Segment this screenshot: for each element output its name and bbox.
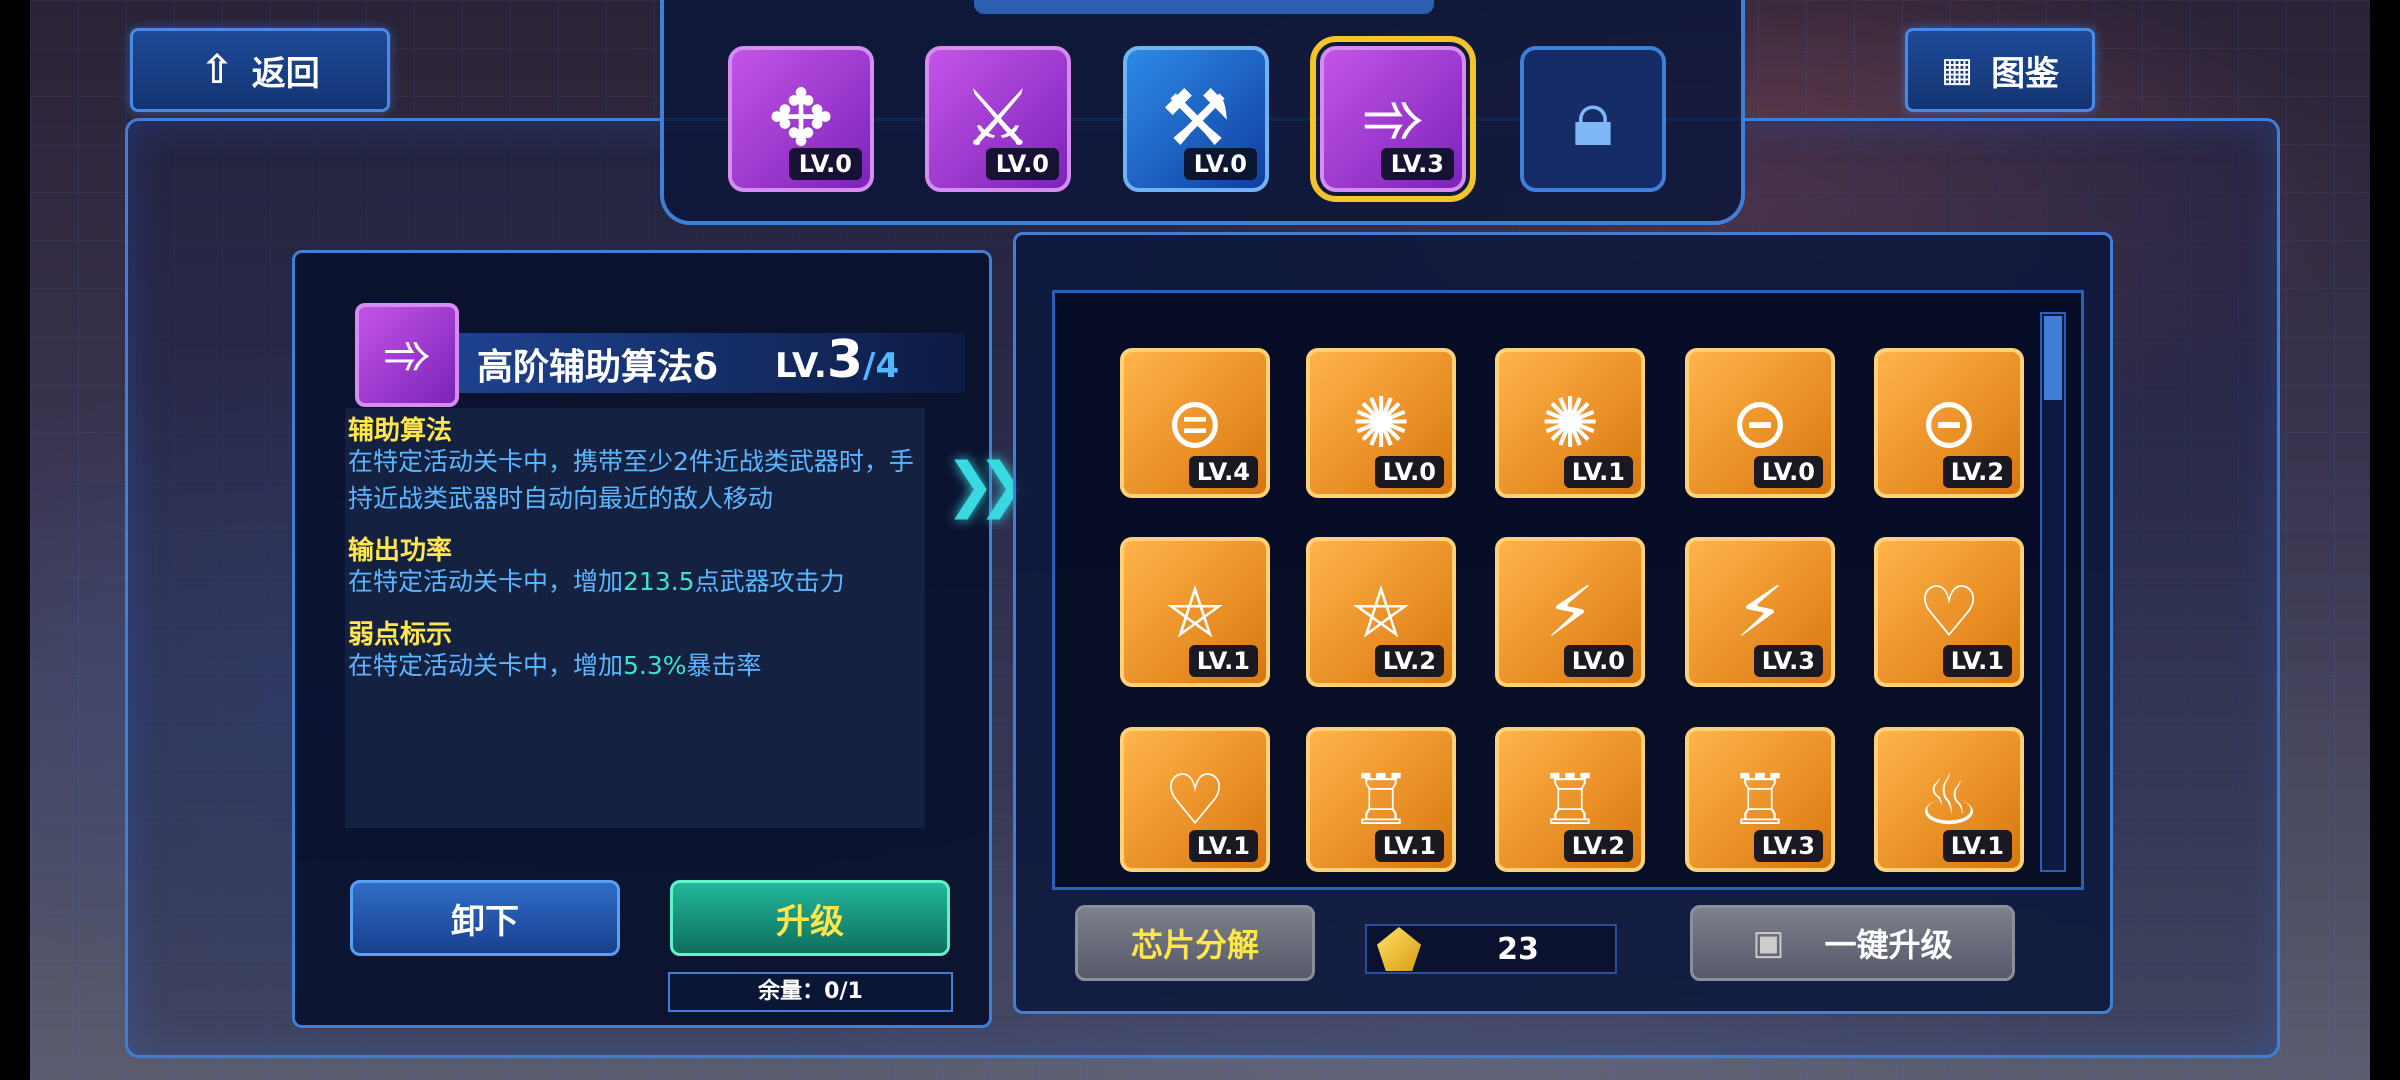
- yellow-gem-icon: [1377, 927, 1421, 971]
- lock-icon: 🔒︎: [1572, 73, 1614, 164]
- chip-name: 高阶辅助算法δ: [477, 347, 718, 388]
- chip-level: LV.0: [1563, 645, 1633, 677]
- section-title: 辅助算法: [348, 416, 453, 446]
- home-up-arrow-icon: ⇧: [200, 47, 234, 93]
- potion-icon: ♖: [1538, 758, 1602, 841]
- tab-weapon-2[interactable]: ⚔ LV.0: [925, 46, 1071, 192]
- text-pre: 在特定活动关卡中，增加: [348, 651, 624, 680]
- back-button[interactable]: ⇧ 返回: [130, 28, 390, 112]
- screen-edge-left: [0, 0, 30, 1080]
- potion-icon: ♖: [1728, 758, 1792, 841]
- tab-level: LV.0: [1183, 148, 1257, 180]
- pentagram-icon: ⛤: [1167, 570, 1223, 653]
- lightning-icon: ⚡︎: [1735, 571, 1785, 653]
- chip-level: LV.3: [1753, 830, 1823, 862]
- lightning-icon: ⚡︎: [1545, 571, 1595, 653]
- heart-potion-icon: ♡: [1917, 571, 1981, 653]
- chip-level: LV.3/4: [775, 330, 899, 390]
- text-pre: 在特定活动关卡中，增加: [348, 567, 624, 596]
- text-post: 暴击率: [686, 651, 762, 680]
- chip-level: LV.1: [1374, 830, 1444, 862]
- chip-item[interactable]: ⚡︎ LV.3: [1685, 537, 1835, 687]
- tab-level: LV.0: [985, 148, 1059, 180]
- chip-level: LV.0: [1753, 456, 1823, 488]
- chip-item[interactable]: ♖ LV.1: [1306, 727, 1456, 872]
- potion-bars-icon: ♖: [1349, 758, 1413, 841]
- currency-display: 23: [1365, 924, 1617, 974]
- back-label: 返回: [251, 53, 320, 94]
- chip-item[interactable]: ⊜ LV.4: [1120, 348, 1270, 498]
- section-text: 在特定活动关卡中，增加5.3%暴击率: [348, 647, 928, 684]
- pentagram-icon: ⛤: [1353, 570, 1409, 653]
- chip-item[interactable]: ⛤ LV.2: [1306, 537, 1456, 687]
- chip-level: LV.1: [1942, 830, 2012, 862]
- axe-arrow-icon: ➾: [355, 303, 459, 407]
- chip-level: LV.3: [1753, 645, 1823, 677]
- chip-level: LV.1: [1563, 456, 1633, 488]
- chip-item[interactable]: ⊝ LV.0: [1685, 348, 1835, 498]
- double-chevron-right-icon: ❯❯: [945, 450, 1027, 520]
- chip-icon: ▣: [1752, 923, 1785, 963]
- chip-item[interactable]: ✺ LV.1: [1495, 348, 1645, 498]
- chip-decompose-button[interactable]: 芯片分解: [1075, 905, 1315, 981]
- tab-level: LV.3: [1380, 148, 1454, 180]
- chip-level: LV.4: [1188, 456, 1258, 488]
- remaining-count: 余量：0/1: [668, 972, 953, 1012]
- unequip-button[interactable]: 卸下: [350, 880, 620, 956]
- gauge-icon: ⊝: [1730, 382, 1790, 464]
- chip-item[interactable]: ♡ LV.1: [1120, 727, 1270, 872]
- chip-level: LV.1: [1188, 830, 1258, 862]
- screen-edge-right: [2370, 0, 2400, 1080]
- stat-value: 5.3%: [623, 651, 687, 680]
- gauge-icon: ⊝: [1919, 382, 1979, 464]
- text-post: 点武器攻击力: [694, 567, 845, 596]
- level-current: 3: [826, 330, 864, 390]
- flame-icon: ♨: [1917, 758, 1981, 841]
- chip-item[interactable]: ✺ LV.0: [1306, 348, 1456, 498]
- stat-value: 213.5: [623, 567, 695, 596]
- section-text: 在特定活动关卡中，携带至少2件近战类武器时，手持近战类武器时自动向最近的敌人移动: [348, 447, 914, 513]
- grid-icon: ▦: [1940, 50, 1974, 90]
- chip-level: LV.1: [1942, 645, 2012, 677]
- level-prefix: LV.: [775, 346, 827, 386]
- section-title: 输出功率: [348, 536, 453, 566]
- chip-level: LV.2: [1374, 645, 1444, 677]
- chip-item[interactable]: ⊝ LV.2: [1874, 348, 2024, 498]
- one-click-label: 一键升级: [1824, 926, 1953, 964]
- tab-locked[interactable]: 🔒︎: [1520, 46, 1666, 192]
- chip-item[interactable]: ♨ LV.1: [1874, 727, 2024, 872]
- chip-level: LV.0: [1374, 456, 1444, 488]
- tab-weapon-3[interactable]: ⚒ LV.0: [1123, 46, 1269, 192]
- level-max: /4: [863, 346, 900, 386]
- tab-level: LV.0: [788, 148, 862, 180]
- chip-level: LV.2: [1563, 830, 1633, 862]
- section-title: 弱点标示: [348, 620, 453, 650]
- tab-weapon-4-selected[interactable]: ➾ LV.3: [1310, 36, 1476, 202]
- chip-item[interactable]: ⛤ LV.1: [1120, 537, 1270, 687]
- chip-grid-scrollbar[interactable]: [2040, 312, 2066, 872]
- codex-button[interactable]: ▦ 图鉴: [1905, 28, 2095, 112]
- chip-level: LV.2: [1942, 456, 2012, 488]
- one-click-upgrade-button[interactable]: ▣ 一键升级: [1690, 905, 2015, 981]
- chip-item[interactable]: ♡ LV.1: [1874, 537, 2024, 687]
- chip-item[interactable]: ⚡︎ LV.0: [1495, 537, 1645, 687]
- currency-value: 23: [1497, 931, 1539, 967]
- tab-weapon-1[interactable]: ✥ LV.0: [728, 46, 874, 192]
- chip-item[interactable]: ♖ LV.2: [1495, 727, 1645, 872]
- scrollbar-thumb[interactable]: [2044, 316, 2062, 400]
- heart-potion-icon: ♡: [1163, 758, 1227, 841]
- gauge-bars-icon: ⊜: [1165, 382, 1225, 464]
- chip-item[interactable]: ♖ LV.3: [1685, 727, 1835, 872]
- section-text: 在特定活动关卡中，增加213.5点武器攻击力: [348, 563, 928, 600]
- upgrade-button[interactable]: 升级: [670, 880, 950, 956]
- chip-level: LV.1: [1188, 645, 1258, 677]
- swirl-icon: ✺: [1540, 382, 1600, 464]
- codex-label: 图鉴: [1991, 53, 2060, 94]
- swirl-icon: ✺: [1351, 382, 1411, 464]
